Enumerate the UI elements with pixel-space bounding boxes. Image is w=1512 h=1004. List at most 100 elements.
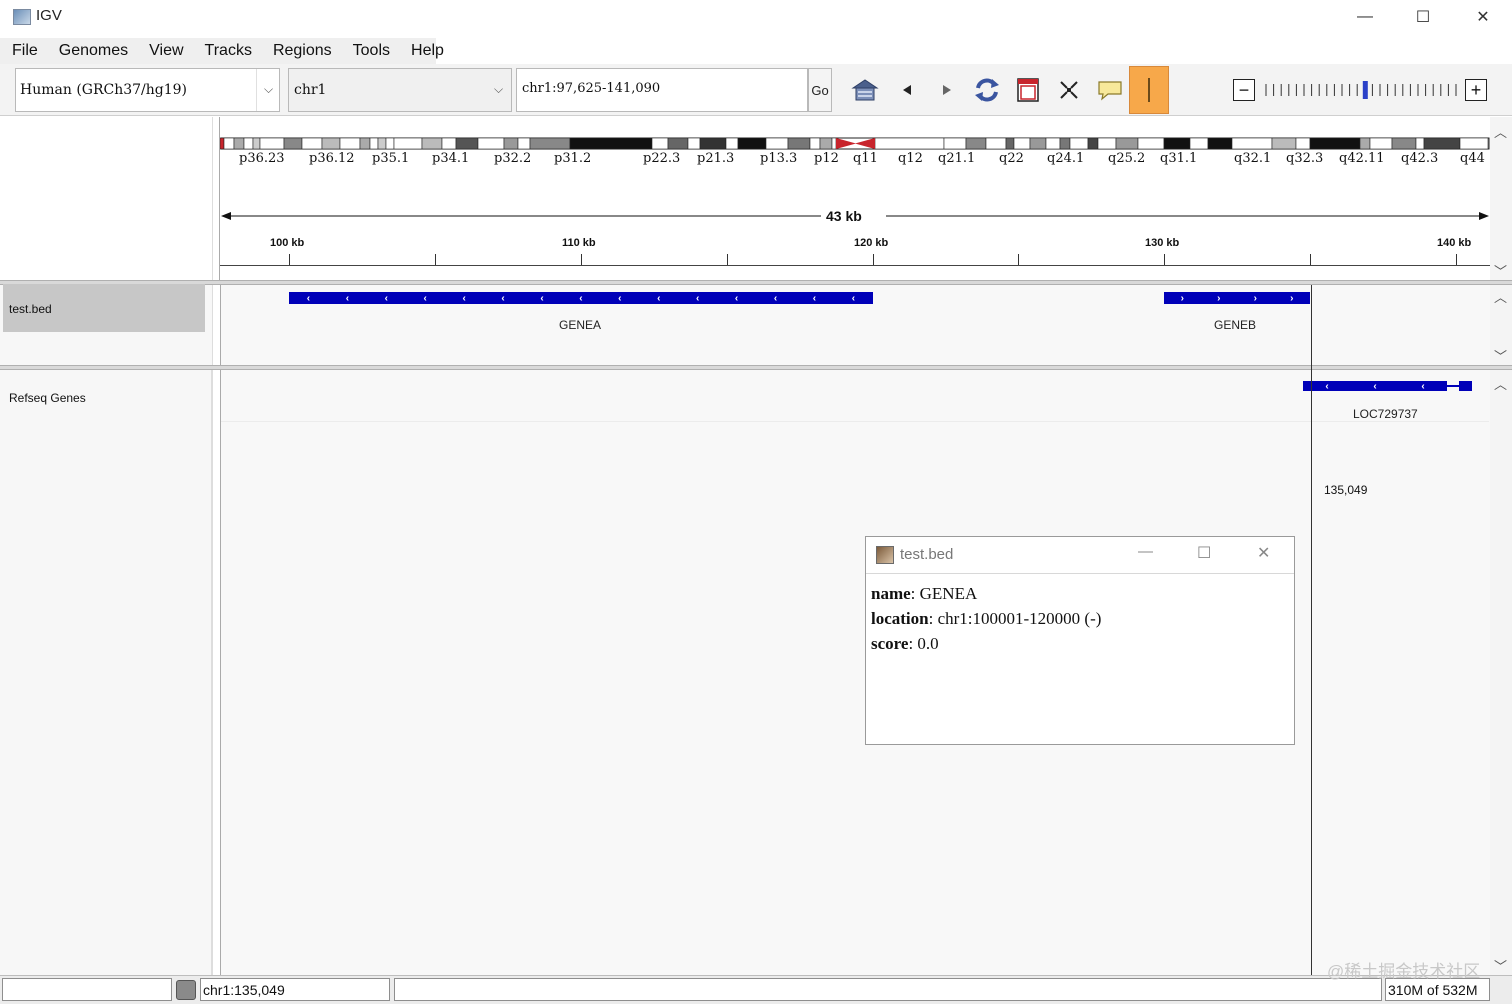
refresh-icon[interactable] (971, 74, 1003, 106)
status-info-field (394, 978, 1382, 1001)
chevron-down-icon[interactable]: ﹀ (1494, 261, 1507, 280)
ruler-major-tick (581, 254, 582, 265)
ruler-major-tick (1456, 254, 1457, 265)
feature-name-panel: Refseq Genes (0, 370, 212, 975)
menu-tools[interactable]: Tools (341, 42, 399, 60)
menu-help[interactable]: Help (399, 42, 453, 60)
dropdown-divider (256, 69, 257, 111)
track-name-label: test.bed (9, 302, 52, 316)
ideogram-band-label: p31.2 (554, 151, 592, 166)
header-data-panel[interactable] (219, 117, 1490, 280)
go-button[interactable]: Go (808, 68, 832, 112)
ruler-tick-label: 120 kb (854, 237, 889, 249)
popup-close-button[interactable]: ✕ (1257, 543, 1270, 563)
locus-search-input[interactable]: chr1:97,625-141,090 (516, 68, 808, 112)
ideogram-band-label: p12 (814, 151, 839, 166)
feature-track-data[interactable] (220, 370, 1490, 975)
chevron-down-icon[interactable]: ﹀ (1494, 956, 1507, 975)
popup-row-location: location: chr1:100001-120000 (-) (871, 609, 1101, 629)
popup-value: : GENEA (910, 584, 978, 603)
ruler-major-tick (873, 254, 874, 265)
maximize-button[interactable]: ☐ (1394, 0, 1452, 34)
feature-exon[interactable] (1459, 381, 1472, 391)
header-scrollbar[interactable] (1490, 117, 1512, 280)
track-divider (221, 421, 1489, 422)
menu-file[interactable]: File (0, 42, 47, 60)
status-message-field (2, 978, 172, 1001)
popup-title: test.bed (900, 546, 954, 563)
popup-value: : 0.0 (908, 634, 939, 653)
genome-dropdown[interactable]: Human (GRCh37/hg19) ⌵ (15, 68, 280, 112)
ideogram-band-label: q21.1 (938, 151, 976, 166)
ideogram-band-label: q44 (1460, 151, 1485, 166)
menu-tracks[interactable]: Tracks (193, 42, 261, 60)
track-name-refseq[interactable]: Refseq Genes (9, 391, 86, 405)
menu-regions[interactable]: Regions (261, 42, 341, 60)
popup-title-bar[interactable]: test.bed — ☐ ✕ (866, 537, 1294, 574)
popup-key: location (871, 609, 929, 628)
ruler-line-icon (1148, 78, 1150, 102)
panel-divider (212, 117, 213, 280)
ideogram-band-label: p36.23 (239, 151, 285, 166)
zoom-out-button[interactable]: − (1233, 79, 1255, 101)
chevron-up-icon[interactable]: ︿ (1494, 374, 1507, 393)
watermark-text: @稀土掘金技术社区 (1327, 962, 1481, 981)
minimize-button[interactable]: — (1336, 0, 1394, 34)
ideogram-band-label: p22.3 (643, 151, 681, 166)
feature-loc729737[interactable]: ‹ ‹ ‹ (1303, 381, 1447, 392)
ideogram-band-label: q32.3 (1286, 151, 1324, 166)
forward-arrow-icon[interactable] (931, 74, 963, 106)
ideogram-band-label: p13.3 (760, 151, 798, 166)
locus-search-value: chr1:97,625-141,090 (522, 81, 661, 96)
chromosome-dropdown[interactable]: chr1 ⌵ (288, 68, 512, 112)
status-indicator-icon (176, 980, 196, 1000)
panel-divider (212, 285, 213, 365)
feature-geneb[interactable]: › › › › (1164, 292, 1310, 304)
header-name-panel (0, 117, 212, 280)
feature-popup-window[interactable]: test.bed — ☐ ✕ name: GENEA location: chr… (865, 536, 1295, 745)
ideogram-band-label: q11 (853, 151, 878, 166)
fit-to-window-icon[interactable] (1053, 74, 1085, 106)
ideogram-band-label: q24.1 (1047, 151, 1085, 166)
panel-divider (212, 370, 213, 975)
back-arrow-icon[interactable] (891, 74, 923, 106)
ideogram-band-label: p36.12 (309, 151, 355, 166)
ruler-minor-tick (435, 254, 436, 265)
ideogram-band-label: q22 (999, 151, 1024, 166)
home-icon[interactable] (849, 74, 881, 106)
feature-genea[interactable]: ‹ ‹ ‹ ‹ ‹ ‹ ‹ ‹ ‹ ‹ ‹ ‹ ‹ ‹ ‹ (289, 292, 873, 304)
close-button[interactable]: ✕ (1454, 0, 1512, 34)
chromosome-dropdown-value: chr1 (294, 82, 327, 98)
feature-label-geneb: GENEB (1214, 318, 1257, 332)
chevron-up-icon[interactable]: ︿ (1494, 122, 1507, 141)
ruler-minor-tick (1018, 254, 1019, 265)
ruler-major-tick (1164, 254, 1165, 265)
zoom-slider[interactable] (1264, 81, 1458, 99)
popup-maximize-button[interactable]: ☐ (1197, 543, 1211, 563)
track-name-test-bed[interactable]: test.bed (3, 284, 205, 332)
chromosome-ideogram[interactable] (220, 137, 1491, 151)
ruler-major-tick (289, 254, 290, 265)
ideogram-band-label: p34.1 (432, 151, 470, 166)
ideogram-band-label: q25.2 (1108, 151, 1146, 166)
zoom-in-button[interactable]: + (1465, 79, 1487, 101)
chevron-down-icon: ⌵ (264, 82, 274, 96)
menu-view[interactable]: View (137, 42, 192, 60)
span-label: 43 kb (826, 208, 862, 224)
ideogram-band-label: p21.3 (697, 151, 735, 166)
ruler-tick-label: 140 kb (1437, 237, 1472, 249)
ideogram-band-label: p32.2 (494, 151, 532, 166)
chevron-down-icon[interactable]: ﹀ (1494, 346, 1507, 365)
ruler-line-button[interactable] (1129, 66, 1169, 114)
popup-minimize-button[interactable]: — (1138, 543, 1153, 560)
popup-key: name (871, 584, 911, 603)
title-bar: IGV — ☐ ✕ (0, 0, 1512, 34)
ideogram-band-label: p35.1 (372, 151, 410, 166)
popup-key: score (871, 634, 909, 653)
popup-info-icon[interactable] (1094, 74, 1126, 106)
chevron-up-icon[interactable]: ︿ (1494, 287, 1507, 306)
ruler-tick-label: 100 kb (270, 237, 305, 249)
feature-scrollbar[interactable] (1490, 370, 1512, 975)
region-of-interest-icon[interactable] (1012, 74, 1044, 106)
menu-genomes[interactable]: Genomes (47, 42, 137, 60)
